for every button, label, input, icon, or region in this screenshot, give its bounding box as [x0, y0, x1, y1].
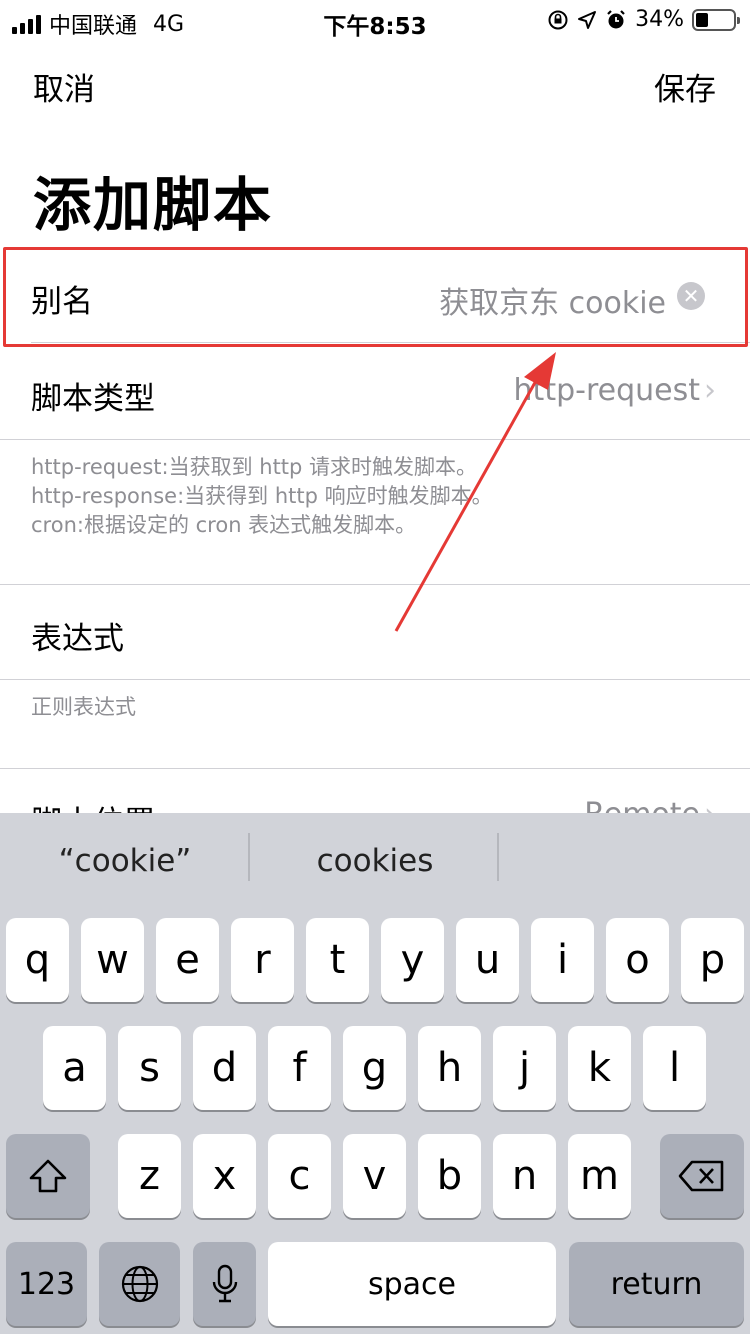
- backspace-icon: [678, 1160, 724, 1192]
- key-g[interactable]: g: [343, 1026, 406, 1110]
- key-k[interactable]: k: [568, 1026, 631, 1110]
- divider: [0, 679, 750, 680]
- key-q[interactable]: q: [6, 918, 69, 1002]
- globe-icon: [121, 1265, 158, 1303]
- battery-percent: 34%: [635, 7, 684, 32]
- delete-key[interactable]: [660, 1134, 744, 1218]
- key-s[interactable]: s: [118, 1026, 181, 1110]
- key-e[interactable]: e: [156, 918, 219, 1002]
- suggestion-item[interactable]: “cookie”: [0, 843, 250, 879]
- key-d[interactable]: d: [193, 1026, 256, 1110]
- alarm-icon: [607, 9, 625, 28]
- key-l[interactable]: l: [643, 1026, 706, 1110]
- divider: [0, 439, 750, 440]
- key-p[interactable]: p: [681, 918, 744, 1002]
- description-line: http-response:当获得到 http 响应时触发脚本。: [31, 484, 493, 508]
- expression-hint: 正则表达式: [31, 695, 136, 719]
- status-bar: 中国联通 4G 下午8:53 34%: [0, 0, 750, 40]
- script-type-value[interactable]: http-request ›: [514, 373, 716, 408]
- script-type-description: http-request:当获取到 http 请求时触发脚本。 http-res…: [31, 453, 493, 540]
- save-button[interactable]: 保存: [654, 64, 716, 109]
- cancel-button[interactable]: 取消: [33, 64, 95, 109]
- script-type-value-text: http-request: [513, 373, 700, 408]
- keyboard: “cookie” cookies q w e r t y u i o p a s…: [0, 813, 750, 1334]
- key-w[interactable]: w: [81, 918, 144, 1002]
- description-line: http-request:当获取到 http 请求时触发脚本。: [31, 455, 478, 479]
- key-x[interactable]: x: [193, 1134, 256, 1218]
- expression-row[interactable]: 表达式: [0, 585, 750, 679]
- suggestion-divider: [497, 833, 499, 881]
- key-y[interactable]: y: [381, 918, 444, 1002]
- key-h[interactable]: h: [418, 1026, 481, 1110]
- key-v[interactable]: v: [343, 1134, 406, 1218]
- expression-label: 表达式: [31, 621, 124, 657]
- key-c[interactable]: c: [268, 1134, 331, 1218]
- key-z[interactable]: z: [118, 1134, 181, 1218]
- battery-icon: [692, 8, 740, 31]
- status-right: 34%: [547, 7, 740, 32]
- key-o[interactable]: o: [606, 918, 669, 1002]
- key-b[interactable]: b: [418, 1134, 481, 1218]
- suggestion-bar: “cookie” cookies: [0, 813, 750, 913]
- shift-icon: [29, 1159, 67, 1193]
- chevron-right-icon: ›: [704, 373, 716, 408]
- shift-key[interactable]: [6, 1134, 90, 1218]
- orientation-lock-icon: [548, 10, 568, 29]
- key-f[interactable]: f: [268, 1026, 331, 1110]
- numbers-key[interactable]: 123: [6, 1242, 87, 1326]
- script-type-label: 脚本类型: [31, 381, 155, 417]
- globe-key[interactable]: [99, 1242, 180, 1326]
- key-m[interactable]: m: [568, 1134, 631, 1218]
- microphone-icon: [212, 1264, 237, 1303]
- script-type-row[interactable]: 脚本类型 http-request ›: [0, 345, 750, 439]
- key-n[interactable]: n: [493, 1134, 556, 1218]
- return-key[interactable]: return: [569, 1242, 744, 1326]
- key-j[interactable]: j: [493, 1026, 556, 1110]
- description-line: cron:根据设定的 cron 表达式触发脚本。: [31, 513, 417, 537]
- location-icon: [578, 10, 597, 29]
- highlight-box: [3, 247, 748, 347]
- key-i[interactable]: i: [531, 918, 594, 1002]
- suggestion-item[interactable]: cookies: [250, 843, 500, 879]
- key-a[interactable]: a: [43, 1026, 106, 1110]
- key-r[interactable]: r: [231, 918, 294, 1002]
- key-t[interactable]: t: [306, 918, 369, 1002]
- space-key[interactable]: space: [268, 1242, 556, 1326]
- page-title: 添加脚本: [33, 171, 274, 239]
- key-u[interactable]: u: [456, 918, 519, 1002]
- battery-fill: [696, 12, 709, 27]
- dictation-key[interactable]: [193, 1242, 256, 1326]
